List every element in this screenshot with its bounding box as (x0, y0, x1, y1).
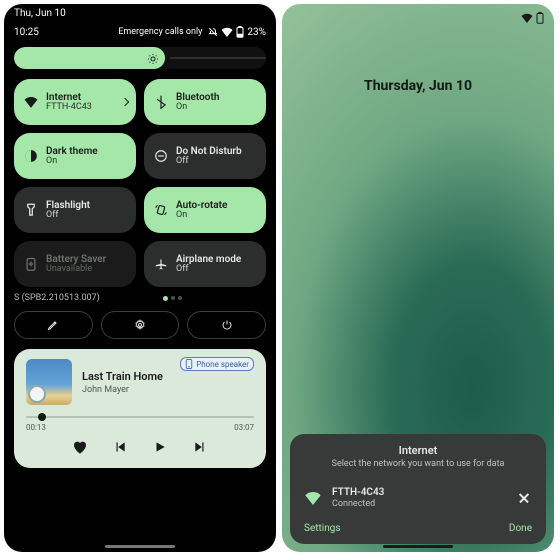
tile-label: Internet (46, 92, 92, 103)
tile-subtitle: FTTH-4C43 (46, 103, 92, 113)
status-bar-secondary: 10:25 Emergency calls only 23% (4, 22, 276, 41)
tile-battsaver[interactable]: Battery SaverUnavailable (14, 241, 136, 287)
tile-subtitle: On (176, 103, 219, 113)
disconnect-button[interactable] (516, 490, 532, 506)
output-chip[interactable]: Phone speaker (180, 357, 254, 371)
media-title: Last Train Home (82, 370, 163, 383)
tile-subtitle: On (46, 157, 98, 167)
battery-icon (536, 12, 544, 24)
media-elapsed: 00:13 (26, 423, 46, 432)
tile-subtitle: On (176, 211, 227, 221)
emergency-label: Emergency calls only (118, 27, 202, 37)
rotate-icon (154, 203, 168, 217)
dnd-icon (154, 149, 168, 163)
tile-subtitle: Off (46, 211, 90, 221)
mute-icon (208, 27, 218, 37)
sheet-title: Internet (290, 444, 546, 457)
tile-label: Flashlight (46, 200, 90, 211)
android-quick-settings-panel: Thu, Jun 10 10:25 Emergency calls only 2… (4, 4, 276, 552)
brightness-slider[interactable] (14, 47, 266, 69)
tile-label: Auto-rotate (176, 200, 227, 211)
qs-tiles-grid: InternetFTTH-4C43BluetoothOnDark themeOn… (14, 79, 266, 287)
media-card: Last Train Home John Mayer Phone speaker… (14, 349, 266, 468)
status-icons-right: 23% (208, 26, 266, 38)
album-art (26, 359, 72, 405)
status-bar-top: Thu, Jun 10 (4, 4, 276, 22)
build-tag: S (SPB2.210513.007) (14, 293, 100, 303)
brightness-icon (147, 53, 157, 63)
page-dot (171, 296, 175, 300)
tile-internet[interactable]: InternetFTTH-4C43 (14, 79, 136, 125)
network-name: FTTH-4C43 (332, 487, 384, 498)
tile-label: Dark theme (46, 146, 98, 157)
lock-status-bar (282, 4, 554, 30)
nav-pill[interactable] (105, 545, 175, 548)
favorite-button[interactable] (71, 438, 89, 456)
wifi-icon (24, 95, 38, 109)
sheet-settings-link[interactable]: Settings (304, 523, 341, 534)
airplane-icon (154, 257, 168, 271)
settings-button[interactable] (101, 311, 180, 339)
wifi-icon (304, 491, 322, 505)
lock-date: Thursday, Jun 10 (282, 78, 554, 94)
tile-subtitle: Off (176, 265, 241, 275)
status-clock: 10:25 (14, 27, 39, 38)
tile-darktheme[interactable]: Dark themeOn (14, 133, 136, 179)
media-duration: 03:07 (234, 423, 254, 432)
nav-pill[interactable] (383, 545, 453, 548)
darkmode-icon (24, 149, 38, 163)
previous-button[interactable] (111, 438, 129, 456)
internet-bottom-sheet: Internet Select the network you want to … (290, 434, 546, 544)
play-button[interactable] (151, 438, 169, 456)
network-row[interactable]: FTTH-4C43 Connected (290, 479, 546, 517)
power-button[interactable] (187, 311, 266, 339)
sheet-done-button[interactable]: Done (509, 523, 532, 534)
edit-button[interactable] (14, 311, 93, 339)
tile-subtitle: Off (176, 157, 242, 167)
page-dot (178, 296, 182, 300)
wifi-icon (221, 27, 233, 37)
tile-airplane[interactable]: Airplane modeOff (144, 241, 266, 287)
page-dot (163, 296, 168, 301)
tile-dnd[interactable]: Do Not DisturbOff (144, 133, 266, 179)
sheet-subtitle: Select the network you want to use for d… (290, 459, 546, 469)
battsaver-icon (24, 257, 38, 271)
tile-flashlight[interactable]: FlashlightOff (14, 187, 136, 233)
tile-subtitle: Unavailable (46, 265, 106, 275)
media-progress[interactable] (26, 415, 254, 419)
bluetooth-icon (154, 95, 168, 109)
status-date: Thu, Jun 10 (14, 8, 66, 19)
tile-label: Airplane mode (176, 254, 241, 265)
media-artist: John Mayer (82, 385, 163, 395)
chevron-right-icon (121, 98, 129, 106)
tile-bluetooth[interactable]: BluetoothOn (144, 79, 266, 125)
tile-label: Do Not Disturb (176, 146, 242, 157)
tile-label: Battery Saver (46, 254, 106, 265)
android-lock-screen: Thursday, Jun 10 Internet Select the net… (282, 4, 554, 552)
battery-icon (236, 26, 244, 38)
tile-label: Bluetooth (176, 92, 219, 103)
flashlight-icon (24, 203, 38, 217)
page-indicator (163, 296, 182, 301)
next-button[interactable] (191, 438, 209, 456)
network-status: Connected (332, 499, 384, 509)
wifi-icon (521, 13, 533, 23)
tile-autorotate[interactable]: Auto-rotateOn (144, 187, 266, 233)
battery-percent: 23% (247, 27, 266, 38)
